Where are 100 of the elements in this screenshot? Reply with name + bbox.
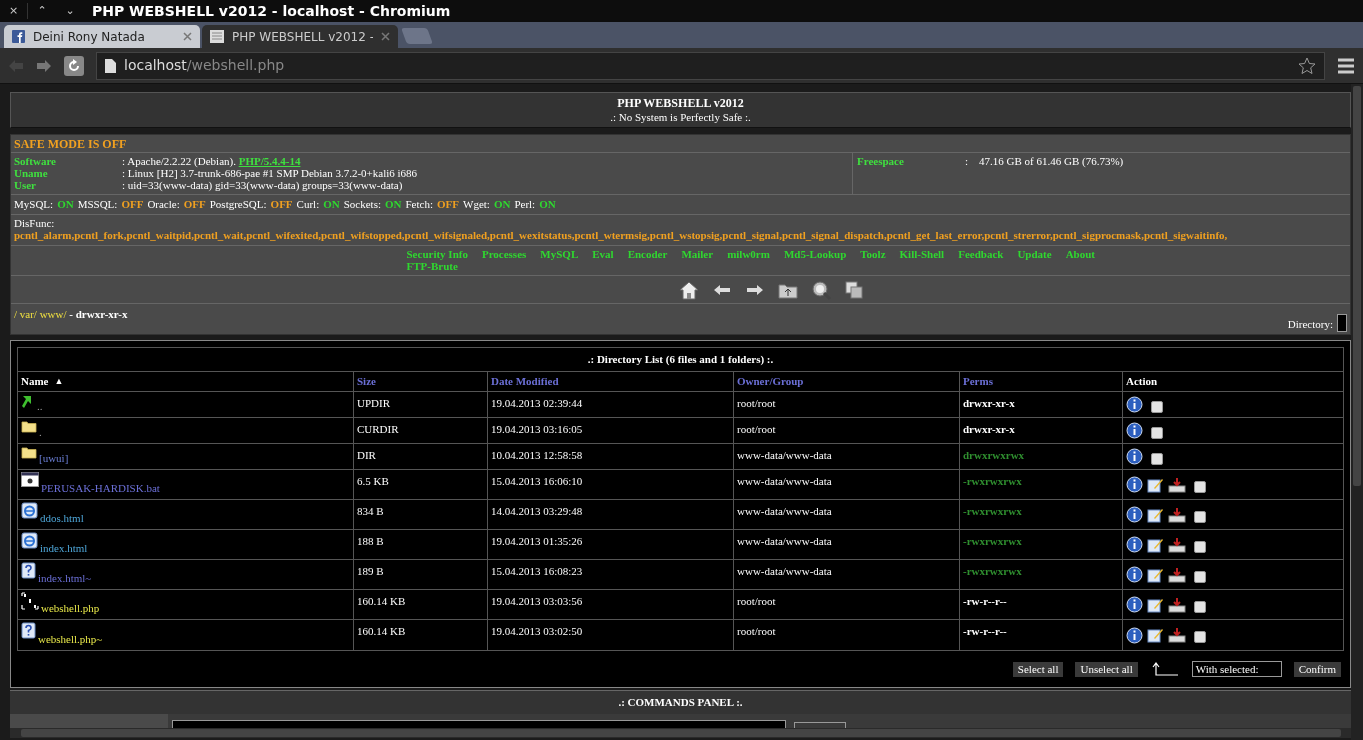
edit-icon[interactable] — [1147, 627, 1164, 643]
row-checkbox[interactable] — [1194, 600, 1206, 613]
star-icon[interactable] — [1298, 56, 1316, 75]
menu-link[interactable]: Kill-Shell — [899, 248, 945, 260]
edit-icon[interactable] — [1147, 596, 1164, 613]
menu-link[interactable]: milw0rm — [727, 248, 770, 260]
menu-link[interactable]: Md5-Lookup — [783, 248, 847, 260]
minimize-button[interactable]: ⌄ — [56, 2, 84, 20]
row-checkbox[interactable] — [1151, 452, 1163, 465]
download-icon[interactable] — [1168, 536, 1186, 553]
reload-icon[interactable] — [64, 55, 84, 76]
directory-field[interactable] — [1337, 314, 1347, 332]
column-header[interactable]: Date Modified — [491, 373, 559, 390]
info-icon[interactable] — [1126, 396, 1143, 413]
command-field[interactable] — [172, 720, 786, 728]
edit-icon[interactable] — [1147, 476, 1164, 493]
download-icon[interactable] — [1168, 506, 1186, 523]
menu-link[interactable]: Processes — [481, 248, 527, 260]
permissions[interactable]: -rwxrwxrwx — [963, 535, 1022, 547]
permissions[interactable]: -rwxrwxrwx — [963, 565, 1022, 577]
selection-button[interactable]: Select all — [1012, 661, 1064, 677]
menu-link[interactable]: Mailer — [681, 248, 714, 260]
copy-icon[interactable] — [843, 278, 865, 301]
row-checkbox[interactable] — [1194, 631, 1206, 643]
file-name[interactable]: PERUSAK-HARDISK.bat — [41, 479, 160, 496]
service-name: Perl: — [514, 197, 536, 213]
permissions[interactable]: -rwxrwxrwx — [963, 475, 1022, 487]
info-icon[interactable] — [1126, 566, 1143, 583]
download-icon[interactable] — [1168, 566, 1186, 583]
row-checkbox[interactable] — [1194, 480, 1206, 493]
close-icon[interactable] — [381, 32, 390, 41]
edit-icon[interactable] — [1147, 536, 1164, 553]
file-name[interactable]: . — [39, 423, 42, 440]
menu-link[interactable]: Encoder — [627, 248, 668, 260]
browser-tab[interactable]: PHP WEBSHELL v2012 - — [202, 25, 398, 48]
service-status: OFF — [121, 197, 144, 213]
menu-icon[interactable] — [1337, 57, 1355, 74]
search-icon[interactable] — [810, 278, 832, 301]
confirm-button[interactable]: Confirm — [1293, 661, 1341, 677]
vertical-scrollbar[interactable] — [1351, 84, 1363, 740]
sort-indicator[interactable]: ▲ — [54, 374, 64, 389]
row-checkbox[interactable] — [1194, 540, 1206, 553]
row-checkbox[interactable] — [1151, 426, 1163, 439]
question-document-icon — [21, 622, 36, 639]
maximize-button[interactable]: ⌃ — [28, 2, 56, 20]
browser-tab[interactable]: Deini Rony Natada — [4, 25, 200, 48]
permissions[interactable]: -rwxrwxrwx — [963, 505, 1022, 517]
row-checkbox[interactable] — [1151, 400, 1163, 413]
row-checkbox[interactable] — [1194, 570, 1206, 583]
download-icon[interactable] — [1168, 476, 1186, 493]
file-name[interactable]: index.html — [40, 539, 88, 556]
edit-icon[interactable] — [1147, 506, 1164, 523]
directory-list-title: .: Directory List (6 files and 1 folders) :. — [587, 352, 774, 368]
file-name[interactable]: index.html~ — [38, 569, 92, 586]
menu-link[interactable]: Eval — [592, 248, 614, 260]
menu-link[interactable]: FTP-Brute — [406, 260, 458, 272]
horizontal-scrollbar[interactable] — [10, 728, 1351, 738]
permissions[interactable]: drwxr-xr-x — [963, 397, 1015, 409]
file-name[interactable]: ddos.html — [40, 509, 84, 526]
execute-button[interactable] — [794, 722, 846, 728]
forward-icon[interactable] — [36, 58, 52, 73]
edit-icon[interactable] — [1147, 566, 1164, 583]
info-icon[interactable] — [1126, 506, 1143, 523]
permissions[interactable]: -rw-r--r-- — [963, 595, 1007, 607]
column-header[interactable]: Owner/Group — [737, 373, 804, 390]
shell-title: PHP WEBSHELL v2012 — [617, 95, 744, 111]
service-name: MySQL: — [14, 197, 54, 213]
menu-link[interactable]: Update — [1017, 248, 1052, 260]
menu-link[interactable]: Feedback — [958, 248, 1004, 260]
close-icon[interactable] — [183, 32, 192, 41]
file-name[interactable]: [uwui] — [39, 449, 69, 466]
file-name[interactable]: .. — [37, 397, 43, 414]
menu-link[interactable]: About — [1065, 248, 1095, 260]
selection-button[interactable]: Unselect all — [1075, 661, 1138, 677]
permissions[interactable]: -rw-r--r-- — [963, 625, 1007, 637]
file-size: 834 B — [357, 505, 384, 517]
menu-link[interactable]: Toolz — [860, 248, 886, 260]
download-icon[interactable] — [1168, 627, 1186, 643]
column-header[interactable]: Size — [357, 373, 376, 390]
row-checkbox[interactable] — [1194, 510, 1206, 523]
menu-link[interactable]: Security Info — [406, 248, 468, 260]
info-icon[interactable] — [1126, 422, 1143, 439]
date-modified: 15.04.2013 16:08:23 — [491, 565, 583, 577]
address-bar[interactable]: localhost/webshell.php — [96, 51, 1325, 80]
file-size: CURDIR — [357, 423, 399, 435]
close-button[interactable]: × — [0, 2, 28, 20]
info-icon[interactable] — [1126, 476, 1143, 493]
column-header[interactable]: Perms — [963, 373, 993, 390]
info-icon[interactable] — [1126, 596, 1143, 613]
with-selected-dropdown[interactable]: With selected: — [1191, 661, 1282, 677]
file-name[interactable]: webshell.php — [41, 599, 100, 616]
file-name[interactable]: webshell.php~ — [38, 630, 103, 647]
info-icon[interactable] — [1126, 536, 1143, 553]
permissions[interactable]: drwxrwxrwx — [963, 449, 1025, 461]
php-version-link[interactable]: PHP/5.4.4-14 — [238, 155, 301, 167]
permissions[interactable]: drwxr-xr-x — [963, 423, 1015, 435]
info-icon[interactable] — [1126, 448, 1143, 465]
menu-link[interactable]: MySQL — [540, 248, 579, 260]
info-icon[interactable] — [1126, 626, 1143, 644]
download-icon[interactable] — [1168, 596, 1186, 613]
